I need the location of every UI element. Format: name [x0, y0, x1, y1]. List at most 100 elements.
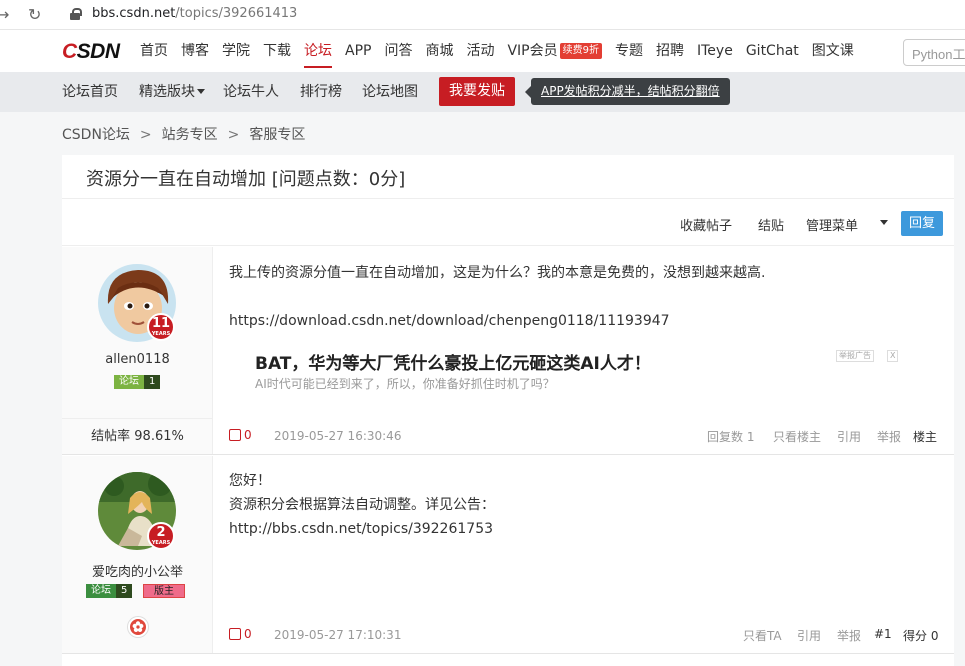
forum-level-badge[interactable]: 论坛 1 — [114, 375, 161, 389]
like-count: 0 — [244, 428, 252, 442]
subnav-featured-label: 精选版块 — [139, 84, 195, 100]
lock-icon[interactable] — [70, 8, 82, 20]
csdn-logo[interactable]: CSDN — [62, 40, 120, 64]
breadcrumb: CSDN论坛 > 站务专区 > 客服专区 — [62, 124, 305, 144]
nav-mall[interactable]: 商城 — [425, 30, 453, 72]
nav-jobs[interactable]: 招聘 — [656, 30, 684, 72]
manage-menu-button[interactable]: 管理菜单 — [806, 215, 858, 234]
username[interactable]: 爱吃肉的小公举 — [62, 561, 213, 580]
post-text-line: 资源积分会根据算法自动调整。详见公告： — [229, 497, 495, 513]
nav-gitchat[interactable]: GitChat — [746, 30, 799, 72]
address-bar[interactable]: bbs.csdn.net/topics/392661413 — [92, 6, 297, 21]
reply-button[interactable]: 回复 — [901, 211, 943, 236]
forum-level-value: 1 — [144, 375, 161, 389]
thread-card: 资源分一直在自动增加 [问题点数：0分] 收藏帖子 结贴 管理菜单 回复 11 … — [62, 155, 954, 666]
nav-tuwenke[interactable]: 图文课 — [812, 30, 854, 72]
breadcrumb-site-affairs[interactable]: 站务专区 — [162, 127, 218, 143]
thumb-up-icon — [229, 429, 241, 441]
subnav-forum-map[interactable]: 论坛地图 — [362, 72, 418, 112]
nav-download[interactable]: 下载 — [263, 30, 291, 72]
ad-close-icon[interactable]: X — [887, 350, 899, 362]
quote-link[interactable]: 引用 — [797, 627, 821, 644]
breadcrumb-customer-service[interactable]: 客服专区 — [249, 127, 305, 143]
only-op-link[interactable]: 只看楼主 — [773, 428, 821, 445]
search-input[interactable]: Python工 — [903, 39, 965, 66]
new-post-button[interactable]: 我要发贴 — [439, 77, 515, 106]
manage-menu-caret-icon[interactable] — [878, 216, 888, 231]
quote-link[interactable]: 引用 — [837, 428, 861, 445]
post-link[interactable]: https://download.csdn.net/download/chenp… — [229, 309, 765, 333]
forum-level-value: 5 — [116, 584, 133, 598]
like-count: 0 — [244, 627, 252, 641]
vip-discount-badge: 续费9折 — [559, 43, 602, 59]
post-link[interactable]: http://bbs.csdn.net/topics/392261753 — [229, 517, 495, 541]
url-host: bbs.csdn.net — [92, 6, 176, 21]
years-number: 2 — [156, 525, 166, 540]
nav-qa[interactable]: 问答 — [384, 30, 412, 72]
flower-medal-icon[interactable] — [127, 616, 149, 638]
subnav-experts[interactable]: 论坛牛人 — [223, 72, 279, 112]
favorite-button[interactable]: 收藏帖子 — [680, 215, 732, 234]
browser-url-bar: → ↻ bbs.csdn.net/topics/392661413 — [0, 0, 965, 30]
only-ta-link[interactable]: 只看TA — [743, 627, 782, 644]
nav-academy[interactable]: 学院 — [222, 30, 250, 72]
close-rate: 结帖率 98.61% — [62, 418, 213, 454]
author-sidebar: 2 YEARS 爱吃肉的小公举 论坛 5 版主 — [62, 456, 213, 653]
like-button[interactable]: 0 — [229, 627, 252, 641]
username[interactable]: allen0118 — [62, 352, 213, 367]
forum-subnav: 论坛首页 精选版块 论坛牛人 排行榜 论坛地图 我要发贴 APP发帖积分减半，结… — [0, 72, 965, 112]
nav-home[interactable]: 首页 — [140, 30, 168, 72]
close-thread-button[interactable]: 结贴 — [758, 215, 784, 234]
post-text-line: 我上传的资源分值一直在自动增加，这是为什么？我的本意是免费的，没想到越来越高. — [229, 265, 766, 281]
post-footer: 0 2019-05-27 17:10:31 只看TA 引用 举报 #1 得分 0 — [229, 627, 954, 651]
nav-vip[interactable]: VIP会员 续费9折 — [507, 30, 602, 72]
ad-title[interactable]: BAT，华为等大厂凭什么豪投上亿元砸这类AI人才！ — [255, 349, 651, 374]
author-sidebar: 11 YEARS allen0118 论坛 1 结帖率 98.61% — [62, 247, 213, 454]
subnav-featured-boards[interactable]: 精选版块 — [139, 72, 205, 112]
moderator-badge[interactable]: 版主 — [143, 584, 185, 598]
top-navigation: CSDN 首页 博客 学院 下载 论坛 APP 问答 商城 活动 VIP会员 续费… — [0, 30, 965, 72]
floor-label: 楼主 — [913, 430, 938, 444]
reply-count-label: 回复数 — [707, 430, 744, 444]
score-label: 得分 0 — [903, 629, 939, 643]
ad-subtitle[interactable]: AI时代可能已经到来了，所以，你准备好抓住时机了吗？ — [255, 375, 555, 392]
thread-toolbar: 收藏帖子 结贴 管理菜单 回复 — [62, 198, 954, 246]
app-promo-tooltip[interactable]: APP发帖积分减半，结帖积分翻倍 — [525, 78, 730, 105]
reply-count-value: 1 — [746, 430, 755, 444]
thumb-up-icon — [229, 628, 241, 640]
nav-events[interactable]: 活动 — [466, 30, 494, 72]
years-number: 11 — [151, 316, 171, 331]
nav-forum[interactable]: 论坛 — [304, 30, 332, 72]
subnav-leaderboard[interactable]: 排行榜 — [300, 72, 342, 112]
post-original: 11 YEARS allen0118 论坛 1 结帖率 98.61% 我上传的资源… — [62, 247, 954, 455]
breadcrumb-csdn-forum[interactable]: CSDN论坛 — [62, 127, 130, 143]
post-text-line: 您好！ — [229, 473, 271, 489]
report-link[interactable]: 举报 — [837, 627, 861, 644]
url-path: /topics/392661413 — [175, 6, 298, 21]
forum-badge-label: 论坛 — [86, 584, 116, 598]
post-body: 您好！ 资源积分会根据算法自动调整。详见公告： http://bbs.csdn.… — [229, 469, 495, 541]
breadcrumb-separator: > — [139, 127, 152, 143]
nav-topics[interactable]: 专题 — [615, 30, 643, 72]
reload-icon[interactable]: ↻ — [28, 5, 41, 24]
nav-items: 首页 博客 学院 下载 论坛 APP 问答 商城 活动 VIP会员 续费9折 专题… — [140, 30, 867, 72]
membership-years-badge: 2 YEARS — [147, 522, 175, 550]
like-button[interactable]: 0 — [229, 428, 252, 442]
nav-app[interactable]: APP — [345, 30, 371, 72]
post-reply: 2 YEARS 爱吃肉的小公举 论坛 5 版主 您好！ 资源积分会根据算法自动调… — [62, 456, 954, 654]
nav-blog[interactable]: 博客 — [181, 30, 209, 72]
reply-count: 回复数 1 — [707, 428, 754, 445]
report-link[interactable]: 举报 — [877, 428, 901, 445]
back-arrow-icon[interactable]: → — [0, 5, 9, 24]
ad-report-tag[interactable]: 举报广告 — [836, 350, 874, 362]
forum-level-badge[interactable]: 论坛 5 — [86, 584, 133, 598]
caret-down-icon — [197, 89, 205, 94]
post-time: 2019-05-27 16:30:46 — [274, 429, 402, 443]
years-label: YEARS — [151, 331, 171, 337]
membership-years-badge: 11 YEARS — [147, 313, 175, 341]
breadcrumb-separator: > — [227, 127, 240, 143]
nav-vip-label: VIP会员 — [507, 43, 558, 59]
nav-iteye[interactable]: ITeye — [697, 30, 733, 72]
post-time: 2019-05-27 17:10:31 — [274, 628, 402, 642]
subnav-forum-home[interactable]: 论坛首页 — [62, 72, 118, 112]
